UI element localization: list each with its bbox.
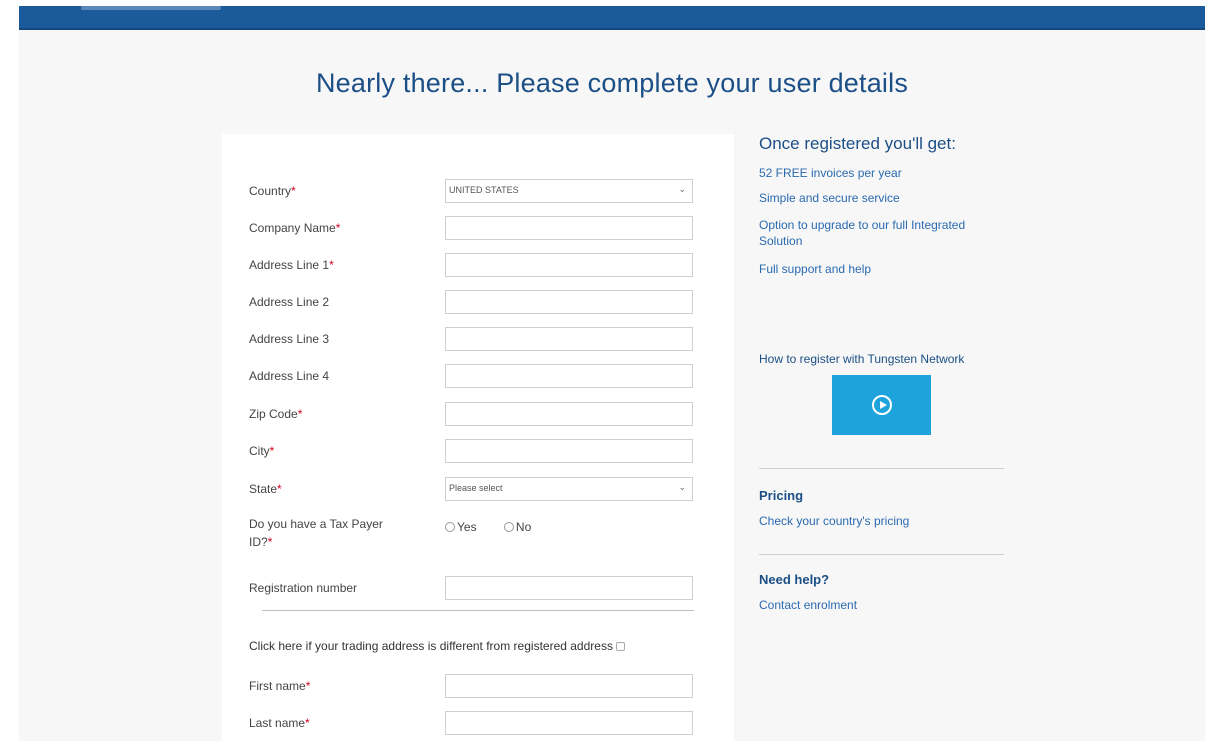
address-line-4-label: Address Line 4 (249, 369, 330, 383)
tax-payer-radio-group: Yes No (445, 520, 555, 534)
video-play-button[interactable] (832, 375, 931, 435)
address-line-2-label: Address Line 2 (249, 295, 330, 309)
address-line-1-input[interactable] (445, 253, 693, 277)
benefit-item: Full support and help (759, 262, 872, 276)
radio-no[interactable] (503, 522, 514, 532)
page-title: Nearly there... Please complete your use… (315, 68, 909, 98)
city-input[interactable] (445, 439, 693, 463)
top-nav-bar (19, 6, 1205, 30)
address-line-3-label: Address Line 3 (249, 332, 330, 346)
chevron-down-icon: ⌄ (678, 184, 686, 194)
trading-address-option: Click here if your trading address is di… (249, 639, 625, 653)
form-divider (262, 610, 694, 611)
registration-number-label: Registration number (249, 581, 358, 595)
company-name-label: Company Name* (249, 221, 341, 235)
address-line-4-input[interactable] (445, 364, 693, 388)
help-heading: Need help? (759, 572, 830, 587)
last-name-label: Last name* (249, 716, 310, 730)
company-name-input[interactable] (445, 216, 693, 240)
state-select[interactable]: Please select ⌄ (445, 477, 693, 501)
pricing-heading: Pricing (759, 488, 804, 503)
sidebar-title: Once registered you'll get: (759, 134, 956, 153)
tax-payer-label: Do you have a Tax Payer ID?* (249, 517, 383, 549)
registration-number-input[interactable] (445, 576, 693, 600)
address-line-2-input[interactable] (445, 290, 693, 314)
pricing-link[interactable]: Check your country's pricing (759, 513, 909, 529)
tax-payer-no-option[interactable]: No (503, 520, 531, 534)
first-name-input[interactable] (445, 674, 693, 698)
benefit-item: 52 FREE invoices per year (759, 166, 902, 180)
contact-enrolment-link[interactable]: Contact enrolment (759, 597, 857, 613)
zip-code-label: Zip Code* (249, 407, 303, 421)
state-label: State* (249, 482, 282, 496)
radio-yes[interactable] (445, 522, 455, 532)
play-circle-icon (872, 395, 892, 415)
benefit-item: Option to upgrade to our full Integrated… (759, 218, 966, 248)
address-line-3-input[interactable] (445, 327, 693, 351)
country-label: Country* (249, 184, 296, 198)
page: Nearly there... Please complete your use… (19, 6, 1205, 741)
sidebar-divider (759, 554, 1004, 555)
address-line-1-label: Address Line 1* (249, 258, 334, 272)
registration-form: Country* UNITED STATES ⌄ Company Name* Ad… (222, 134, 734, 741)
country-select[interactable]: UNITED STATES ⌄ (445, 179, 693, 203)
chevron-down-icon: ⌄ (678, 482, 686, 492)
sidebar-divider (759, 468, 1004, 469)
zip-code-input[interactable] (445, 402, 693, 426)
trading-address-label: Click here if your trading address is di… (249, 639, 613, 653)
first-name-label: First name* (249, 679, 311, 693)
benefit-item: Simple and secure service (759, 191, 900, 205)
nav-logo-fragment (81, 6, 221, 10)
city-label: City* (249, 444, 275, 458)
video-label: How to register with Tungsten Network (759, 352, 965, 366)
trading-address-checkbox[interactable] (615, 642, 625, 651)
last-name-input[interactable] (445, 711, 693, 735)
tax-payer-yes-option[interactable]: Yes (445, 520, 477, 534)
